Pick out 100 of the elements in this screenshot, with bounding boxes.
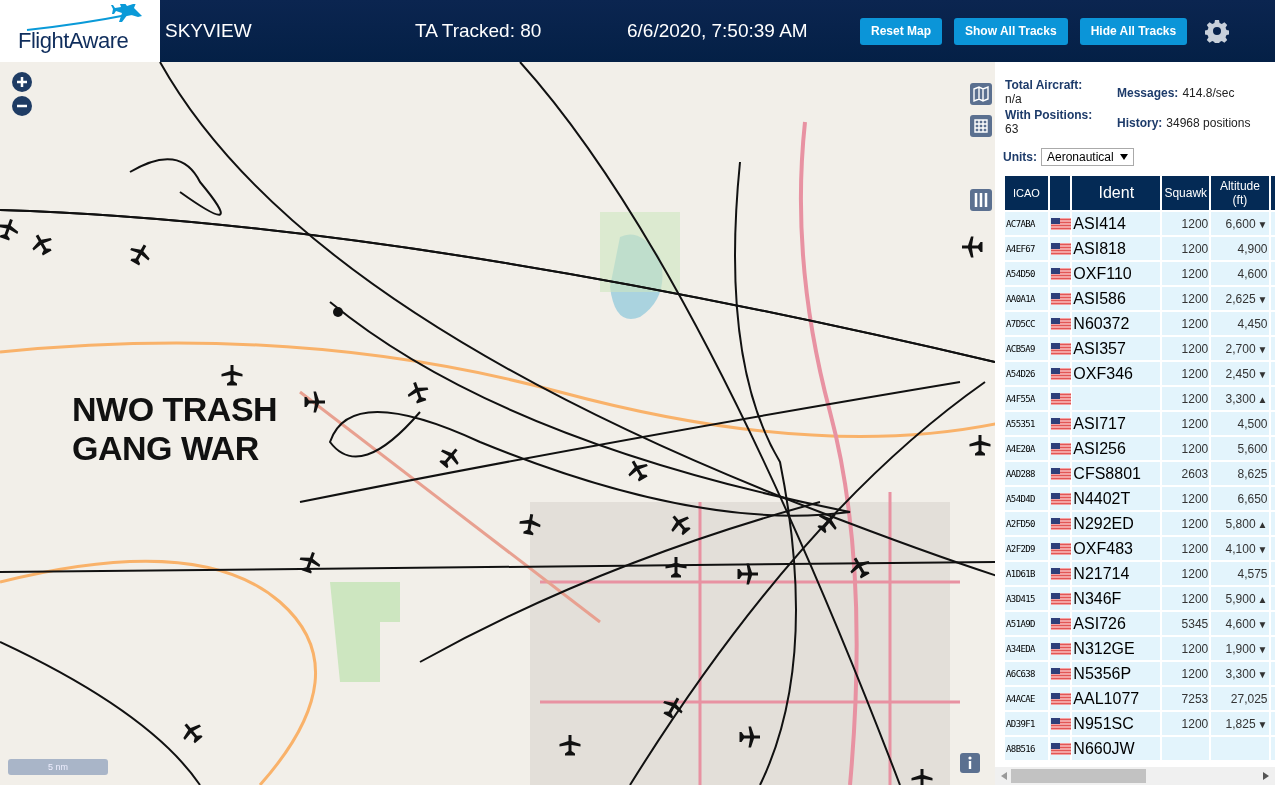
- ident-cell: N346F: [1073, 589, 1122, 607]
- icao-cell: A2FD50: [1006, 518, 1035, 529]
- ident-cell: AAL1077: [1073, 689, 1140, 707]
- squawk-cell: 1200: [1181, 591, 1209, 606]
- icao-cell: AAD288: [1006, 468, 1035, 479]
- airplane-icon[interactable]: [850, 557, 870, 579]
- settings-icon[interactable]: [1205, 19, 1230, 43]
- flag-icon: [1050, 692, 1071, 705]
- airplane-icon[interactable]: [32, 234, 52, 256]
- flag-icon: [1050, 517, 1071, 530]
- airplane-icon[interactable]: [559, 735, 581, 756]
- airplane-icon[interactable]: [671, 515, 691, 536]
- airplane-icon[interactable]: [304, 391, 325, 413]
- units-dropdown[interactable]: Aeronautical: [1041, 148, 1134, 166]
- altitude-cell: 6,600: [1225, 216, 1256, 231]
- icao-cell: ACB5A9: [1006, 343, 1035, 354]
- airplane-icon[interactable]: [439, 448, 459, 469]
- squawk-cell: 1200: [1181, 291, 1209, 306]
- flag-icon: [1050, 417, 1071, 430]
- squawk-cell: 1200: [1181, 416, 1209, 431]
- icao-cell: A4ACAE: [1006, 693, 1035, 704]
- ident-cell: ASI357: [1073, 339, 1126, 357]
- altitude-cell: 1,825: [1225, 716, 1256, 731]
- airplane-icon[interactable]: [665, 557, 687, 578]
- info-icon[interactable]: [960, 753, 980, 773]
- ident-cell: ASI586: [1073, 289, 1126, 307]
- airplane-icon[interactable]: [628, 460, 648, 482]
- grid-icon[interactable]: [970, 115, 992, 137]
- icao-cell: A6C638: [1006, 668, 1035, 679]
- map-annotation: NWO TRASH: [72, 390, 278, 430]
- airplane-icon[interactable]: [0, 219, 19, 241]
- column-header[interactable]: Altitude (ft): [1211, 176, 1269, 210]
- scroll-right-icon[interactable]: [1263, 772, 1269, 780]
- flag-icon: [1050, 217, 1071, 230]
- icao-cell: A55351: [1006, 418, 1035, 429]
- columns-icon[interactable]: [970, 189, 992, 211]
- ident-cell: CFS8801: [1073, 464, 1141, 482]
- airplane-icon[interactable]: [407, 382, 429, 404]
- squawk-cell: 1200: [1181, 566, 1209, 581]
- zoom-out-button[interactable]: [12, 96, 32, 116]
- altitude-cell: 4,100: [1225, 541, 1256, 556]
- ident-cell: N660JW: [1073, 739, 1135, 757]
- stat-label: Messages:: [1117, 86, 1179, 100]
- stat-value: 63: [1005, 122, 1020, 136]
- trend-icon: ▼: [1257, 368, 1268, 380]
- altitude-cell: 5,800: [1225, 516, 1256, 531]
- squawk-cell: 1200: [1181, 716, 1209, 731]
- altitude-cell: 4,600: [1225, 616, 1256, 631]
- icao-cell: AC7ABA: [1006, 218, 1035, 229]
- airplane-icon[interactable]: [911, 769, 933, 785]
- squawk-cell: 1200: [1181, 641, 1209, 656]
- airplane-icon[interactable]: [969, 435, 991, 456]
- column-header[interactable]: Squawk: [1162, 176, 1210, 210]
- flag-icon: [1050, 267, 1071, 280]
- airplane-icon[interactable]: [962, 236, 983, 258]
- flag-icon: [1050, 242, 1071, 255]
- trend-icon: ▲: [1257, 593, 1268, 605]
- airplane-icon[interactable]: [299, 552, 321, 574]
- column-header[interactable]: ICAO: [1005, 176, 1048, 210]
- airplane-icon[interactable]: [739, 726, 760, 748]
- logo-text: FlightAware: [18, 28, 129, 54]
- ident-cell: OXF346: [1073, 364, 1133, 382]
- tracked-count: TA Tracked: 80: [415, 20, 543, 42]
- airplane-icon[interactable]: [221, 365, 243, 386]
- flag-icon: [1050, 542, 1071, 555]
- airplane-icon[interactable]: [183, 723, 203, 744]
- squawk-cell: 1200: [1181, 366, 1209, 381]
- squawk-cell: 1200: [1181, 241, 1209, 256]
- flag-icon: [1050, 442, 1071, 455]
- airplane-icon[interactable]: [130, 244, 150, 266]
- ident-cell: N5356P: [1073, 664, 1132, 682]
- icao-cell: AD39F1: [1006, 718, 1035, 729]
- column-header[interactable]: Ident: [1072, 176, 1161, 210]
- ident-cell: ASI717: [1073, 414, 1126, 432]
- app-title: SKYVIEW: [165, 20, 253, 42]
- flag-icon: [1050, 667, 1071, 680]
- stat-value: 34968 positions: [1166, 116, 1251, 130]
- altitude-cell: 4,450: [1237, 316, 1268, 331]
- zoom-in-button[interactable]: [12, 72, 32, 92]
- altitude-cell: 1,900: [1225, 641, 1256, 656]
- altitude-cell: 5,600: [1237, 441, 1268, 456]
- airplane-icon[interactable]: [663, 697, 683, 719]
- airplane-icon[interactable]: [519, 513, 541, 536]
- scrollbar-thumb[interactable]: [1011, 769, 1146, 783]
- squawk-cell: 1200: [1181, 266, 1209, 281]
- horizontal-scrollbar[interactable]: [995, 767, 1275, 785]
- icao-cell: A54D4D: [1006, 493, 1035, 504]
- trend-icon: ▼: [1257, 618, 1268, 630]
- airplane-icon[interactable]: [817, 513, 837, 534]
- icao-cell: A51A9D: [1006, 618, 1035, 629]
- altitude-cell: 6,650: [1237, 491, 1268, 506]
- map-layers-icon[interactable]: [970, 83, 992, 105]
- altitude-cell: 4,900: [1237, 241, 1268, 256]
- altitude-cell: 8,625: [1237, 466, 1268, 481]
- altitude-cell: 3,300: [1225, 391, 1256, 406]
- squawk-cell: 1200: [1181, 216, 1209, 231]
- ident-cell: N292ED: [1073, 514, 1134, 532]
- airplane-icon[interactable]: [737, 563, 758, 585]
- squawk-cell: 2603: [1181, 466, 1209, 481]
- flag-icon: [1050, 342, 1071, 355]
